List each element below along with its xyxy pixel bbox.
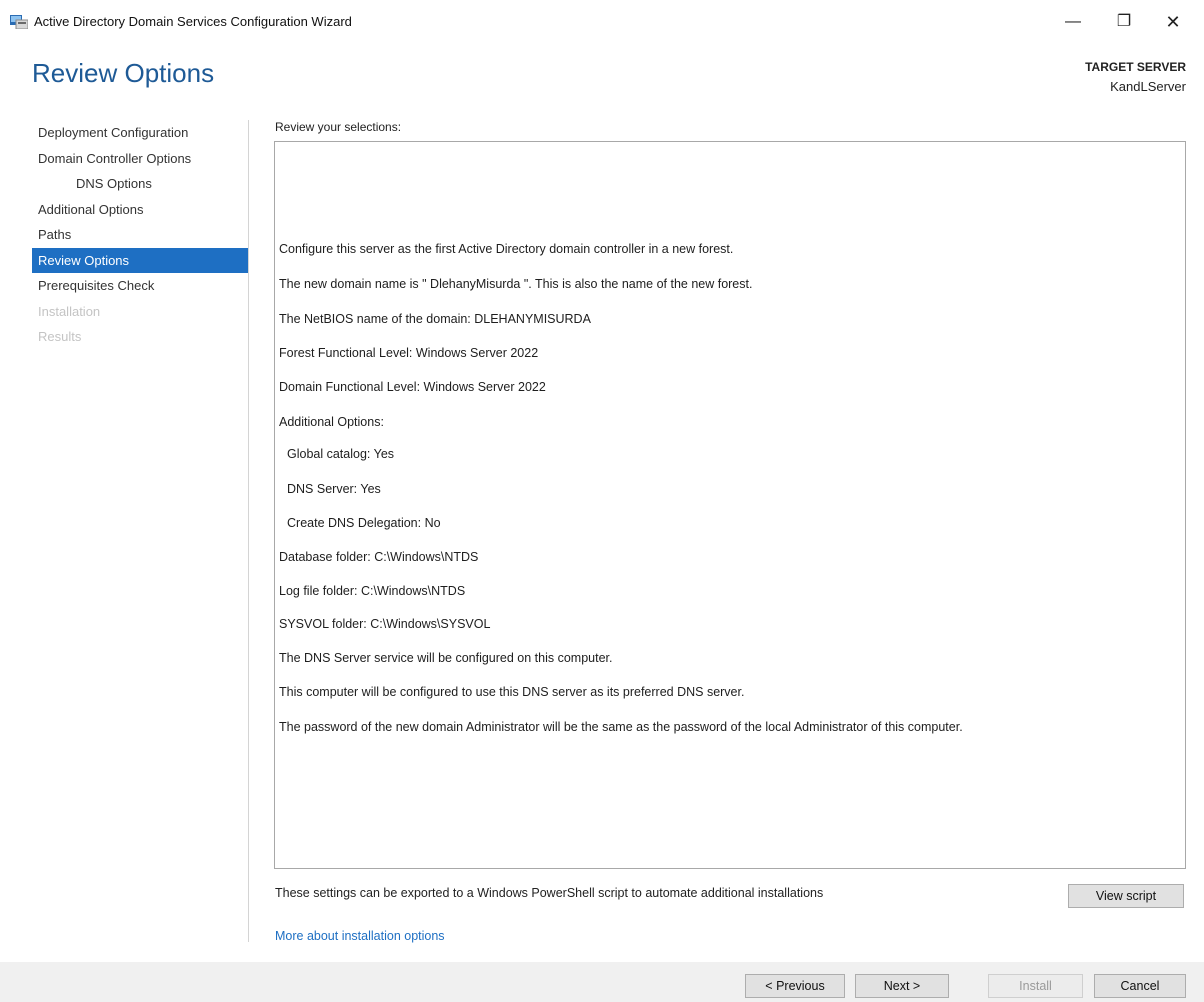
- review-line: This computer will be configured to use …: [279, 685, 745, 699]
- review-line: DNS Server: Yes: [287, 482, 381, 496]
- review-line: Additional Options:: [279, 415, 384, 429]
- previous-button[interactable]: < Previous: [745, 974, 845, 998]
- nav-item-deployment-configuration[interactable]: Deployment Configuration: [32, 120, 248, 146]
- review-line: The password of the new domain Administr…: [279, 720, 963, 734]
- review-line: The DNS Server service will be configure…: [279, 651, 613, 665]
- target-server-name: KandLServer: [1110, 79, 1186, 94]
- close-icon[interactable]: ✕: [1150, 6, 1196, 38]
- review-line: Log file folder: C:\Windows\NTDS: [279, 584, 466, 598]
- review-selections-label: Review your selections:: [275, 120, 402, 134]
- nav-item-prerequisites-check[interactable]: Prerequisites Check: [32, 273, 248, 299]
- more-installation-options-link[interactable]: More about installation options: [275, 929, 445, 943]
- review-line: The NetBIOS name of the domain: DLEHANYM…: [279, 312, 591, 326]
- export-note: These settings can be exported to a Wind…: [275, 886, 824, 900]
- review-line: Global catalog: Yes: [287, 447, 395, 461]
- install-button: Install: [988, 974, 1083, 998]
- window-title: Active Directory Domain Services Configu…: [34, 14, 352, 29]
- target-server-label: TARGET SERVER: [1085, 60, 1186, 74]
- review-line: SYSVOL folder: C:\Windows\SYSVOL: [279, 617, 491, 631]
- review-line: Domain Functional Level: Windows Server …: [279, 380, 546, 394]
- review-line: Create DNS Delegation: No: [287, 516, 441, 530]
- title-bar: Active Directory Domain Services Configu…: [0, 0, 1204, 44]
- cancel-button[interactable]: Cancel: [1094, 974, 1186, 998]
- nav-item-domain-controller-options[interactable]: Domain Controller Options: [32, 146, 248, 172]
- nav-item-paths[interactable]: Paths: [32, 222, 248, 248]
- review-line: The new domain name is " DlehanyMisurda …: [279, 277, 753, 291]
- view-script-button[interactable]: View script: [1068, 884, 1184, 908]
- nav-item-review-options[interactable]: Review Options: [32, 247, 248, 273]
- server-manager-icon: [10, 15, 29, 30]
- minimize-icon[interactable]: —: [1050, 6, 1096, 38]
- restore-icon[interactable]: ❐: [1101, 6, 1147, 38]
- review-line: Database folder: C:\Windows\NTDS: [279, 550, 479, 564]
- nav-item-additional-options[interactable]: Additional Options: [32, 197, 248, 223]
- nav-divider: [248, 120, 249, 942]
- nav-item-results: Results: [38, 329, 82, 344]
- wizard-step-nav: Deployment Configuration Domain Controll…: [32, 120, 248, 350]
- review-line: Forest Functional Level: Windows Server …: [279, 346, 539, 360]
- review-selections-box[interactable]: Configure this server as the first Activ…: [274, 141, 1186, 869]
- review-line: Configure this server as the first Activ…: [279, 242, 734, 256]
- nav-item-installation: Installation: [38, 303, 101, 319]
- page-title: Review Options: [32, 58, 215, 88]
- nav-item-dns-options[interactable]: DNS Options: [32, 171, 248, 197]
- next-button[interactable]: Next >: [855, 974, 949, 998]
